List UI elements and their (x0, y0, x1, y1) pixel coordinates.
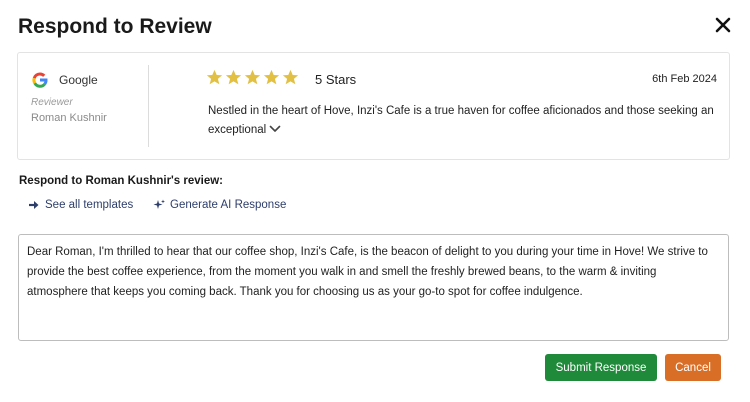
star-icon (263, 69, 280, 85)
response-textarea[interactable]: Dear Roman, I'm thrilled to hear that ou… (18, 234, 729, 341)
close-icon (715, 17, 731, 33)
star-icon (244, 69, 261, 85)
close-button[interactable] (710, 12, 736, 38)
sparkle-icon (153, 199, 165, 209)
chevron-down-icon[interactable] (269, 124, 281, 134)
page-title: Respond to Review (18, 15, 212, 38)
submit-response-button[interactable]: Submit Response (545, 354, 657, 381)
see-all-templates-link[interactable]: See all templates (28, 199, 133, 211)
arrow-right-icon (29, 201, 39, 209)
rating-label: 5 Stars (315, 72, 357, 87)
star-icon (225, 69, 242, 85)
vertical-divider (148, 65, 149, 147)
reviewer-name: Roman Kushnir (31, 112, 107, 124)
review-date: 6th Feb 2024 (652, 73, 717, 85)
respond-label: Respond to Roman Kushnir's review: (19, 175, 224, 187)
review-text: Nestled in the heart of Hove, Inzi's Caf… (208, 102, 718, 140)
star-icon (282, 69, 299, 85)
reviewer-caption: Reviewer (31, 97, 73, 108)
cancel-button[interactable]: Cancel (665, 354, 721, 381)
see-all-templates-label: See all templates (45, 199, 134, 211)
generate-ai-response-link[interactable]: Generate AI Response (153, 199, 286, 211)
review-text-body: Nestled in the heart of Hove, Inzi's Caf… (208, 105, 714, 136)
star-rating (206, 69, 299, 86)
star-icon (206, 69, 223, 85)
platform-name: Google (59, 73, 98, 87)
generate-ai-response-label: Generate AI Response (170, 199, 287, 211)
google-logo-icon (32, 72, 48, 88)
review-card: Google Reviewer Roman Kushnir 5 Stars 6t… (17, 52, 730, 160)
